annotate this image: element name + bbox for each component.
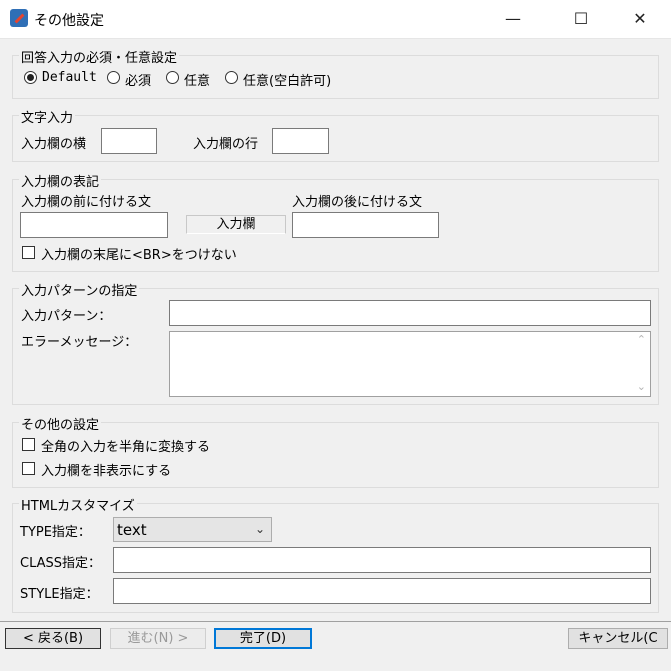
scroll-up-icon[interactable]: ⌃ <box>637 333 646 346</box>
html-custom-legend: HTMLカスタマイズ <box>19 495 137 514</box>
rows-input[interactable] <box>272 128 329 154</box>
class-input[interactable] <box>113 547 651 573</box>
pattern-input[interactable] <box>169 300 651 326</box>
class-label: CLASS指定： <box>20 556 102 571</box>
radio-default-label: Default <box>42 70 97 85</box>
no-br-checkbox[interactable] <box>22 246 35 259</box>
convert-halfwidth-label: 全角の入力を半角に変換する <box>41 440 211 455</box>
input-preview: 入力欄 <box>186 215 286 234</box>
type-select-value: text <box>117 521 147 539</box>
style-label: STYLE指定： <box>20 587 99 602</box>
error-message-label: エラーメッセージ： <box>21 335 138 350</box>
title-bar: その他設定 — ☐ ✕ <box>0 0 671 39</box>
radio-default[interactable] <box>24 71 37 84</box>
convert-halfwidth-checkbox[interactable] <box>22 438 35 451</box>
hide-input-checkbox[interactable] <box>22 462 35 475</box>
minimize-button[interactable]: — <box>490 0 536 38</box>
other-settings-legend: その他の設定 <box>19 414 102 433</box>
close-button[interactable]: ✕ <box>617 0 663 38</box>
display-legend: 入力欄の表記 <box>19 171 102 190</box>
type-select[interactable]: text ⌄ <box>113 517 272 542</box>
cancel-button[interactable]: キャンセル(C <box>568 628 668 649</box>
text-input-legend: 文字入力 <box>19 107 76 126</box>
width-input[interactable] <box>101 128 157 154</box>
before-text-label: 入力欄の前に付ける文 <box>21 195 152 210</box>
pattern-label: 入力パターン： <box>21 309 112 324</box>
app-icon <box>10 9 28 27</box>
hide-input-label: 入力欄を非表示にする <box>41 464 172 479</box>
pattern-legend: 入力パターンの指定 <box>19 280 140 299</box>
back-button[interactable]: < 戻る(B) <box>5 628 101 649</box>
error-message-textarea[interactable]: ⌃ ⌄ <box>169 331 651 397</box>
type-label: TYPE指定： <box>20 525 91 540</box>
chevron-down-icon: ⌄ <box>254 522 265 536</box>
after-text-input[interactable] <box>292 212 439 238</box>
footer-separator <box>0 621 671 622</box>
style-input[interactable] <box>113 578 651 604</box>
scroll-down-icon[interactable]: ⌄ <box>637 380 646 393</box>
next-button[interactable]: 進む(N) > <box>110 628 206 649</box>
radio-optional[interactable] <box>166 71 179 84</box>
radio-optional-blank[interactable] <box>225 71 238 84</box>
radio-optional-blank-label: 任意(空白許可) <box>243 74 332 89</box>
no-br-label: 入力欄の末尾に<BR>をつけない <box>41 248 237 263</box>
window-title: その他設定 <box>34 13 104 29</box>
radio-optional-label: 任意 <box>184 74 211 89</box>
maximize-button[interactable]: ☐ <box>558 0 604 38</box>
finish-button[interactable]: 完了(D) <box>214 628 312 649</box>
after-text-label: 入力欄の後に付ける文 <box>292 195 423 210</box>
width-label: 入力欄の横 <box>21 137 87 152</box>
rows-label: 入力欄の行 <box>193 137 259 152</box>
radio-required-label: 必須 <box>125 74 152 89</box>
answer-required-legend: 回答入力の必須・任意設定 <box>19 47 180 66</box>
before-text-input[interactable] <box>20 212 168 238</box>
radio-required[interactable] <box>107 71 120 84</box>
